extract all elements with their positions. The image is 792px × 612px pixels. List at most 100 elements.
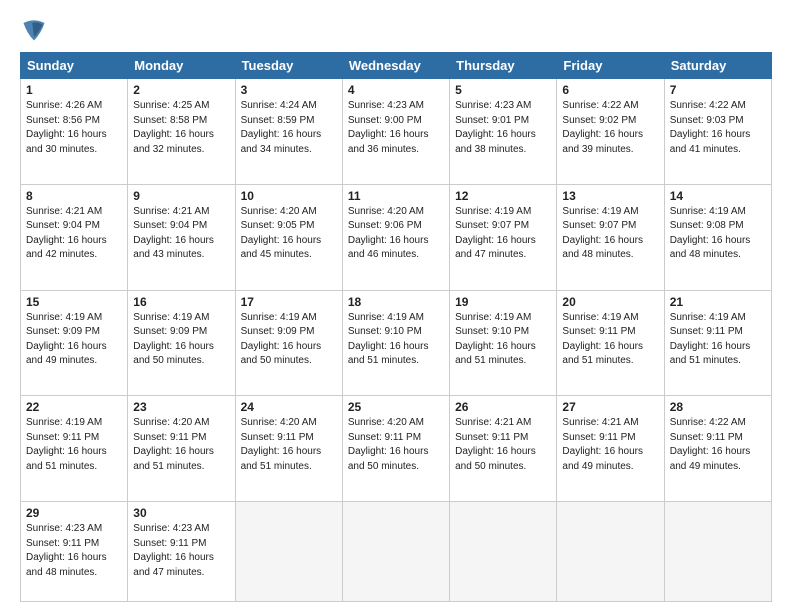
week-row-5: 29 Sunrise: 4:23 AM Sunset: 9:11 PM Dayli… <box>21 502 772 602</box>
calendar-cell: 4 Sunrise: 4:23 AM Sunset: 9:00 PM Daylig… <box>342 79 449 185</box>
cell-text: Sunrise: 4:19 AM Sunset: 9:11 PM Dayligh… <box>670 311 766 369</box>
page: SundayMondayTuesdayWednesdayThursdayFrid… <box>0 0 792 612</box>
cell-text: Sunrise: 4:20 AM Sunset: 9:11 PM Dayligh… <box>348 416 444 474</box>
week-row-2: 8Sunrise: 4:21 AM Sunset: 9:04 PM Daylig… <box>21 184 772 290</box>
cell-text: Sunrise: 4:23 AM Sunset: 9:11 PM Dayligh… <box>133 522 229 580</box>
cell-text: Sunrise: 4:23 AM Sunset: 9:00 PM Dayligh… <box>348 99 444 157</box>
col-header-friday: Friday <box>557 53 664 79</box>
calendar-cell <box>342 502 449 602</box>
calendar-cell: 14 Sunrise: 4:19 AM Sunset: 9:08 PM Dayli… <box>664 184 771 290</box>
day-number: 15 <box>26 295 122 309</box>
calendar-cell: 7 Sunrise: 4:22 AM Sunset: 9:03 PM Daylig… <box>664 79 771 185</box>
calendar-cell: 28 Sunrise: 4:22 AM Sunset: 9:11 PM Dayli… <box>664 396 771 502</box>
calendar-cell: 8Sunrise: 4:21 AM Sunset: 9:04 PM Daylig… <box>21 184 128 290</box>
day-number: 4 <box>348 83 444 97</box>
calendar-cell <box>235 502 342 602</box>
calendar-cell: 16Sunrise: 4:19 AM Sunset: 9:09 PM Dayli… <box>128 290 235 396</box>
cell-text: Sunrise: 4:21 AM Sunset: 9:04 PM Dayligh… <box>133 205 229 263</box>
day-number: 9 <box>133 189 229 203</box>
calendar-cell: 29Sunrise: 4:23 AM Sunset: 9:11 PM Dayli… <box>21 502 128 602</box>
cell-text: Sunrise: 4:23 AM Sunset: 9:01 PM Dayligh… <box>455 99 551 157</box>
header-row: SundayMondayTuesdayWednesdayThursdayFrid… <box>21 53 772 79</box>
day-number: 30 <box>133 506 229 520</box>
calendar-table: SundayMondayTuesdayWednesdayThursdayFrid… <box>20 52 772 602</box>
calendar-cell: 2 Sunrise: 4:25 AM Sunset: 8:58 PM Daylig… <box>128 79 235 185</box>
calendar-cell: 23 Sunrise: 4:20 AM Sunset: 9:11 PM Dayli… <box>128 396 235 502</box>
cell-text: Sunrise: 4:22 AM Sunset: 9:11 PM Dayligh… <box>670 416 766 474</box>
calendar-cell: 30 Sunrise: 4:23 AM Sunset: 9:11 PM Dayli… <box>128 502 235 602</box>
day-number: 19 <box>455 295 551 309</box>
calendar-cell: 24 Sunrise: 4:20 AM Sunset: 9:11 PM Dayli… <box>235 396 342 502</box>
cell-text: Sunrise: 4:22 AM Sunset: 9:02 PM Dayligh… <box>562 99 658 157</box>
calendar-cell: 25Sunrise: 4:20 AM Sunset: 9:11 PM Dayli… <box>342 396 449 502</box>
day-number: 1 <box>26 83 122 97</box>
cell-text: Sunrise: 4:19 AM Sunset: 9:08 PM Dayligh… <box>670 205 766 263</box>
day-number: 24 <box>241 400 337 414</box>
cell-text: Sunrise: 4:19 AM Sunset: 9:09 PM Dayligh… <box>26 311 122 369</box>
cell-text: Sunrise: 4:19 AM Sunset: 9:11 PM Dayligh… <box>562 311 658 369</box>
calendar-cell: 5 Sunrise: 4:23 AM Sunset: 9:01 PM Daylig… <box>450 79 557 185</box>
day-number: 14 <box>670 189 766 203</box>
calendar-cell: 26 Sunrise: 4:21 AM Sunset: 9:11 PM Dayli… <box>450 396 557 502</box>
calendar-cell: 13 Sunrise: 4:19 AM Sunset: 9:07 PM Dayli… <box>557 184 664 290</box>
col-header-thursday: Thursday <box>450 53 557 79</box>
day-number: 3 <box>241 83 337 97</box>
day-number: 6 <box>562 83 658 97</box>
calendar-cell: 19Sunrise: 4:19 AM Sunset: 9:10 PM Dayli… <box>450 290 557 396</box>
day-number: 23 <box>133 400 229 414</box>
cell-text: Sunrise: 4:19 AM Sunset: 9:09 PM Dayligh… <box>133 311 229 369</box>
cell-text: Sunrise: 4:19 AM Sunset: 9:07 PM Dayligh… <box>562 205 658 263</box>
cell-text: Sunrise: 4:19 AM Sunset: 9:07 PM Dayligh… <box>455 205 551 263</box>
day-number: 21 <box>670 295 766 309</box>
calendar-cell: 21 Sunrise: 4:19 AM Sunset: 9:11 PM Dayli… <box>664 290 771 396</box>
week-row-3: 15 Sunrise: 4:19 AM Sunset: 9:09 PM Dayli… <box>21 290 772 396</box>
day-number: 10 <box>241 189 337 203</box>
calendar-cell <box>450 502 557 602</box>
calendar-cell: 15 Sunrise: 4:19 AM Sunset: 9:09 PM Dayli… <box>21 290 128 396</box>
cell-text: Sunrise: 4:26 AM Sunset: 8:56 PM Dayligh… <box>26 99 122 157</box>
day-number: 2 <box>133 83 229 97</box>
calendar-cell: 22 Sunrise: 4:19 AM Sunset: 9:11 PM Dayli… <box>21 396 128 502</box>
cell-text: Sunrise: 4:19 AM Sunset: 9:09 PM Dayligh… <box>241 311 337 369</box>
calendar-cell: 10 Sunrise: 4:20 AM Sunset: 9:05 PM Dayli… <box>235 184 342 290</box>
day-number: 13 <box>562 189 658 203</box>
cell-text: Sunrise: 4:20 AM Sunset: 9:11 PM Dayligh… <box>241 416 337 474</box>
col-header-sunday: Sunday <box>21 53 128 79</box>
calendar-cell: 20Sunrise: 4:19 AM Sunset: 9:11 PM Dayli… <box>557 290 664 396</box>
cell-text: Sunrise: 4:21 AM Sunset: 9:11 PM Dayligh… <box>455 416 551 474</box>
day-number: 18 <box>348 295 444 309</box>
col-header-wednesday: Wednesday <box>342 53 449 79</box>
logo-icon <box>20 16 48 44</box>
header <box>20 16 772 44</box>
cell-text: Sunrise: 4:25 AM Sunset: 8:58 PM Dayligh… <box>133 99 229 157</box>
cell-text: Sunrise: 4:21 AM Sunset: 9:11 PM Dayligh… <box>562 416 658 474</box>
calendar-cell: 17 Sunrise: 4:19 AM Sunset: 9:09 PM Dayli… <box>235 290 342 396</box>
col-header-monday: Monday <box>128 53 235 79</box>
cell-text: Sunrise: 4:19 AM Sunset: 9:10 PM Dayligh… <box>348 311 444 369</box>
calendar-cell <box>664 502 771 602</box>
day-number: 22 <box>26 400 122 414</box>
cell-text: Sunrise: 4:20 AM Sunset: 9:05 PM Dayligh… <box>241 205 337 263</box>
day-number: 12 <box>455 189 551 203</box>
col-header-tuesday: Tuesday <box>235 53 342 79</box>
day-number: 28 <box>670 400 766 414</box>
week-row-4: 22 Sunrise: 4:19 AM Sunset: 9:11 PM Dayli… <box>21 396 772 502</box>
cell-text: Sunrise: 4:22 AM Sunset: 9:03 PM Dayligh… <box>670 99 766 157</box>
cell-text: Sunrise: 4:19 AM Sunset: 9:11 PM Dayligh… <box>26 416 122 474</box>
calendar-cell <box>557 502 664 602</box>
calendar-cell: 3 Sunrise: 4:24 AM Sunset: 8:59 PM Daylig… <box>235 79 342 185</box>
day-number: 5 <box>455 83 551 97</box>
day-number: 11 <box>348 189 444 203</box>
calendar-cell: 12 Sunrise: 4:19 AM Sunset: 9:07 PM Dayli… <box>450 184 557 290</box>
cell-text: Sunrise: 4:20 AM Sunset: 9:11 PM Dayligh… <box>133 416 229 474</box>
cell-text: Sunrise: 4:24 AM Sunset: 8:59 PM Dayligh… <box>241 99 337 157</box>
day-number: 7 <box>670 83 766 97</box>
week-row-1: 1 Sunrise: 4:26 AM Sunset: 8:56 PM Daylig… <box>21 79 772 185</box>
day-number: 26 <box>455 400 551 414</box>
day-number: 17 <box>241 295 337 309</box>
col-header-saturday: Saturday <box>664 53 771 79</box>
calendar-cell: 6 Sunrise: 4:22 AM Sunset: 9:02 PM Daylig… <box>557 79 664 185</box>
day-number: 29 <box>26 506 122 520</box>
calendar-cell: 18 Sunrise: 4:19 AM Sunset: 9:10 PM Dayli… <box>342 290 449 396</box>
calendar-cell: 27Sunrise: 4:21 AM Sunset: 9:11 PM Dayli… <box>557 396 664 502</box>
